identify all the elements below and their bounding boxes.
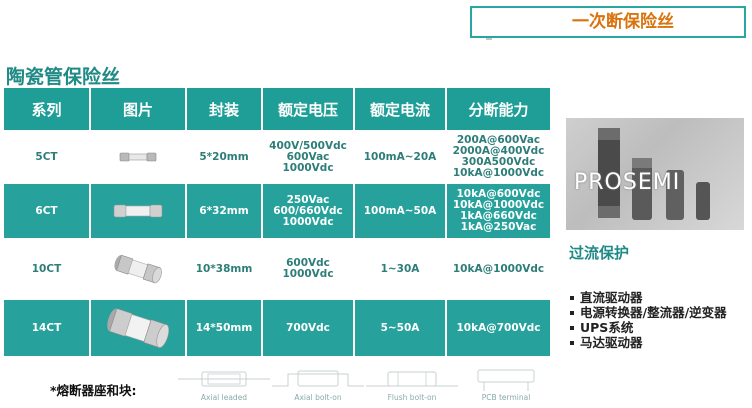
voltage-line: 400V/500Vdc: [269, 139, 347, 152]
list-item: UPS系统: [568, 320, 727, 335]
package-cell: 5*20mm: [186, 130, 263, 184]
voltage-line: 700Vdc: [286, 321, 330, 334]
breaking-line: 10kA@1000Vdc: [452, 262, 545, 275]
package-cell: 10*38mm: [186, 238, 263, 300]
current-cell: 100mA~20A: [354, 130, 447, 184]
spec-table: 系列 图片 封装 额定电压 额定电流 分断能力 5CT 5*20mm 400V/…: [4, 88, 550, 356]
voltage-line: 1000Vdc: [282, 268, 334, 280]
voltage-line: 600Vac: [286, 150, 330, 163]
breaking-line: 10kA@1000Vdc: [452, 167, 545, 179]
watermark-text: PROSEMI: [574, 170, 681, 195]
image-cell: [90, 130, 187, 184]
voltage-cell: 400V/500Vdc 600Vac 1000Vdc: [262, 130, 355, 184]
voltage-line: 1000Vdc: [282, 161, 334, 174]
mount-axial-bolt-on: Axial bolt-on: [270, 366, 366, 402]
table-row: 6CT 6*32mm 250Vac 600/660Vdc 1000Vdc 100…: [4, 184, 550, 238]
breaking-line: 1kA@250Vac: [460, 221, 537, 233]
breaking-cell: 10kA@600Vdc 10kA@1000Vdc 1kA@660Vdc 1kA@…: [446, 184, 550, 238]
mount-caption: Axial bolt-on: [294, 393, 342, 402]
bullet-icon: [570, 341, 574, 345]
list-item: 直流驱动器: [568, 290, 727, 305]
current-cell: 1~30A: [354, 238, 447, 300]
bullet-icon: [570, 296, 574, 300]
axial-bolt-on-icon: [272, 370, 364, 387]
application-label: 马达驱动器: [580, 335, 643, 350]
table-row: 14CT 14*50mm 700Vdc 5~50A 10kA@700Vdc: [4, 300, 550, 356]
fuse-5x20-icon: [119, 152, 157, 162]
mount-caption: PCB terminal: [481, 393, 531, 402]
mount-flush-bolt-on: Flush bolt-on: [364, 366, 460, 402]
voltage-line: 1000Vdc: [282, 215, 334, 228]
column-header: 额定电流: [354, 88, 447, 130]
current-cell: 100mA~50A: [354, 184, 447, 238]
image-cell: [90, 300, 187, 356]
column-header: 封装: [186, 88, 263, 130]
mount-caption: Flush bolt-on: [387, 393, 437, 402]
application-list: 直流驱动器 电源转换器/整流器/逆变器 UPS系统 马达驱动器: [568, 290, 727, 350]
breaking-cell: 200A@600Vac 2000A@400Vdc 300A500Vdc 10kA…: [446, 130, 550, 184]
column-header: 系列: [4, 88, 91, 130]
column-header: 额定电压: [262, 88, 355, 130]
bullet-icon: [570, 311, 574, 315]
pcb-terminal-icon: [477, 369, 535, 391]
column-header: 分断能力: [446, 88, 550, 130]
voltage-line: 600/660Vdc: [273, 204, 343, 217]
list-item: 电源转换器/整流器/逆变器: [568, 305, 727, 320]
application-label: UPS系统: [580, 320, 634, 335]
overcurrent-title: 过流保护: [569, 244, 630, 262]
list-item: 马达驱动器: [568, 335, 727, 350]
section-title: 陶瓷管保险丝: [6, 66, 121, 88]
voltage-cell: 250Vac 600/660Vdc 1000Vdc: [262, 184, 355, 238]
application-label: 电源转换器/整流器/逆变器: [580, 305, 727, 320]
table-row: 5CT 5*20mm 400V/500Vdc 600Vac 1000Vdc 10…: [4, 130, 550, 184]
application-label: 直流驱动器: [580, 290, 643, 305]
image-cell: [90, 238, 187, 300]
breaking-line: 10kA@700Vdc: [456, 321, 541, 334]
table-row: 10CT 10*38mm 600Vdc 1000Vdc 1~30A 10kA@1…: [4, 238, 550, 300]
series-cell: 14CT: [4, 300, 91, 356]
package-cell: 6*32mm: [186, 184, 263, 238]
voltage-line: 250Vac: [286, 193, 330, 206]
mount-caption: Axial leaded: [200, 393, 248, 402]
breaking-cell: 10kA@1000Vdc: [446, 238, 550, 300]
current-cell: 5~50A: [354, 300, 447, 356]
axial-leaded-icon: [178, 371, 270, 387]
bullet-icon: [570, 326, 574, 330]
header-banner: 一次断保险丝: [470, 6, 746, 38]
mount-axial-leaded: Axial leaded: [176, 366, 272, 402]
image-cell: [90, 184, 187, 238]
voltage-cell: 700Vdc: [262, 300, 355, 356]
breaking-cell: 10kA@700Vdc: [446, 300, 550, 356]
voltage-cell: 600Vdc 1000Vdc: [262, 238, 355, 300]
series-cell: 5CT: [4, 130, 91, 184]
fuse-6x32-icon: [113, 204, 163, 218]
mount-pcb-terminal: PCB terminal: [458, 366, 554, 402]
column-header: 图片: [90, 88, 187, 130]
fuse-14x50-icon: [107, 308, 170, 348]
series-cell: 10CT: [4, 238, 91, 300]
mount-types-label: *熔断器座和块:: [50, 383, 137, 398]
page-title: 一次断保险丝: [572, 12, 674, 32]
package-cell: 14*50mm: [186, 300, 263, 356]
flush-bolt-on-icon: [366, 371, 458, 387]
fuse-10x38-icon: [114, 254, 162, 284]
series-cell: 6CT: [4, 184, 91, 238]
table-header-row: 系列 图片 封装 额定电压 额定电流 分断能力: [4, 88, 550, 130]
